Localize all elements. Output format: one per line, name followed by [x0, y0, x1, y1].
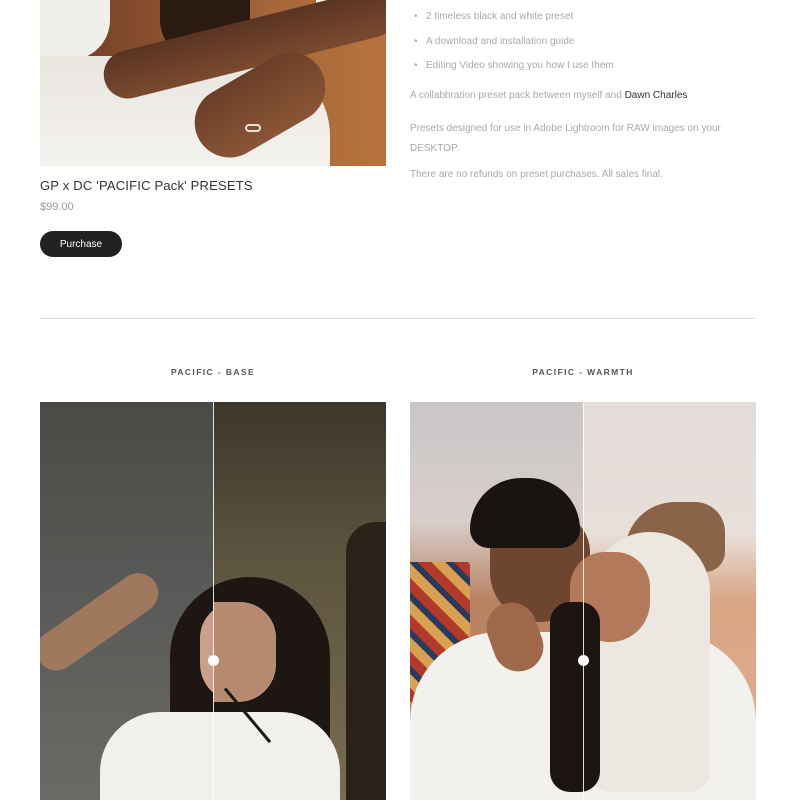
product-title: GP x DC 'PACIFIC Pack' PRESETS: [40, 178, 253, 193]
refund-paragraph: There are no refunds on preset purchases…: [410, 169, 663, 180]
product-price: $99.00: [40, 201, 74, 213]
before-after-slider-warmth[interactable]: [410, 402, 756, 800]
usage-paragraph: Presets designed for use in Adobe Lightr…: [410, 123, 721, 154]
photo-hair: [346, 522, 386, 800]
photo-shirt: [100, 712, 340, 800]
collab-text: A collabbration preset pack between myse…: [410, 90, 625, 101]
photo-ring: [245, 124, 261, 132]
before-after-slider-base[interactable]: [40, 402, 386, 800]
photo-sleeve: [40, 0, 110, 60]
slider-handle[interactable]: [578, 655, 589, 666]
feature-item: 2 timeless black and white preset: [414, 10, 573, 24]
slider-line: [583, 402, 584, 800]
comparison-label-warmth: PACIFIC - WARMTH: [532, 367, 634, 377]
slider-line: [213, 402, 214, 800]
slider-handle[interactable]: [208, 655, 219, 666]
purchase-button[interactable]: Purchase: [40, 231, 122, 257]
photo-hair: [550, 602, 600, 792]
collab-paragraph: A collabbration preset pack between myse…: [410, 89, 687, 103]
product-image[interactable]: [40, 0, 386, 166]
photo-face: [213, 602, 276, 702]
collab-link[interactable]: Dawn Charles: [625, 90, 688, 101]
feature-item: Editing Video showing you how I use them: [414, 59, 614, 73]
section-divider: [40, 318, 755, 319]
comparison-label-base: PACIFIC - BASE: [170, 367, 256, 377]
feature-item: A download and installation guide: [414, 35, 574, 49]
